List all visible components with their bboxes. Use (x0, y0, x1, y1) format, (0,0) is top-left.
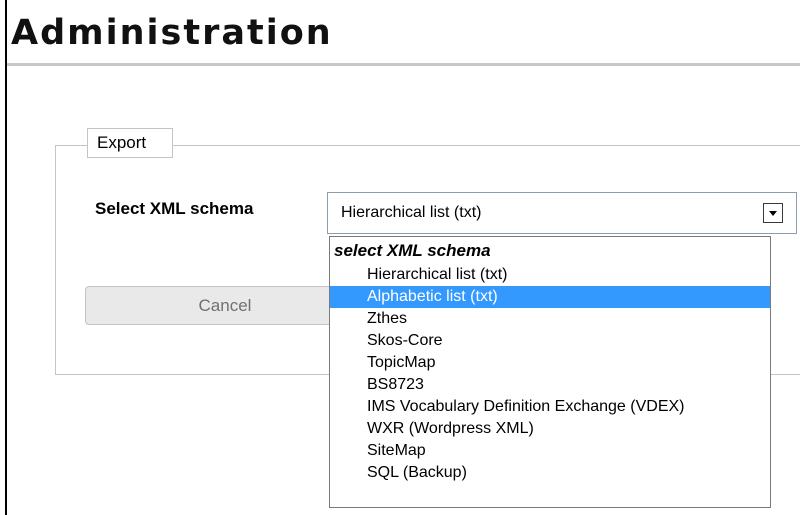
dropdown-option[interactable]: BS8723 (330, 374, 770, 396)
dropdown-option[interactable]: SiteMap (330, 440, 770, 462)
cancel-button-label: Cancel (198, 296, 252, 315)
dropdown-option[interactable]: Alphabetic list (txt) (330, 286, 770, 308)
dropdown-option[interactable]: SQL (Backup) (330, 462, 770, 484)
schema-select-value: Hierarchical list (txt) (341, 204, 482, 221)
dropdown-option[interactable]: IMS Vocabulary Definition Exchange (VDEX… (330, 396, 770, 418)
title-divider (7, 63, 800, 66)
dropdown-option[interactable]: TopicMap (330, 352, 770, 374)
schema-select[interactable]: Hierarchical list (txt) (327, 192, 797, 234)
chevron-down-icon[interactable] (763, 203, 783, 223)
page-title: Administration (11, 13, 333, 53)
export-legend: Export (87, 128, 173, 158)
schema-dropdown-list[interactable]: select XML schema Hierarchical list (txt… (329, 236, 771, 508)
dropdown-group-label: select XML schema (334, 241, 491, 260)
dropdown-option[interactable]: Hierarchical list (txt) (330, 264, 770, 286)
dropdown-option[interactable]: Skos-Core (330, 330, 770, 352)
left-border (5, 0, 7, 515)
page: Administration Export Select XML schema … (0, 0, 800, 515)
schema-label: Select XML schema (95, 199, 254, 218)
dropdown-option[interactable]: Zthes (330, 308, 770, 330)
dropdown-option[interactable]: WXR (Wordpress XML) (330, 418, 770, 440)
